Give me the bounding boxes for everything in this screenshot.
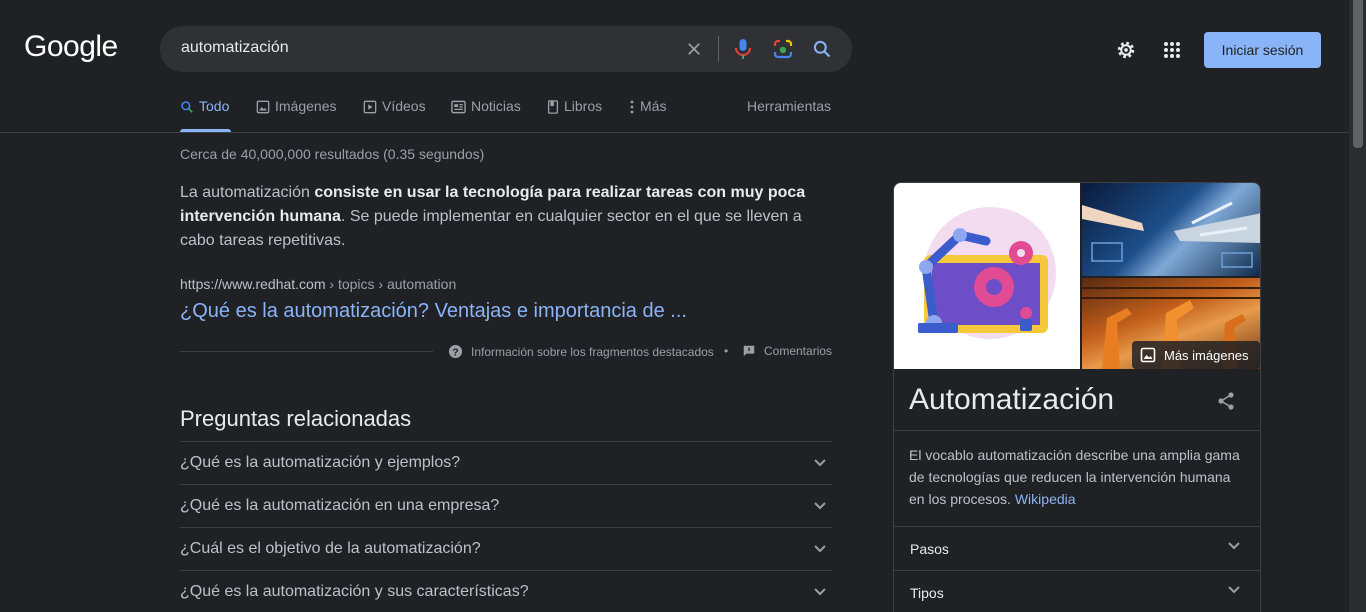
result-stats: Cerca de 40,000,000 resultados (0.35 seg… bbox=[180, 146, 485, 162]
chevron-down-icon bbox=[1228, 542, 1240, 550]
tab-libros[interactable]: Libros bbox=[547, 98, 602, 132]
bullet-separator: • bbox=[724, 344, 729, 358]
tab-herramientas[interactable]: Herramientas bbox=[747, 98, 831, 132]
snippet-divider bbox=[180, 351, 433, 352]
settings-icon[interactable] bbox=[1114, 38, 1138, 62]
tabs-divider bbox=[0, 132, 1349, 133]
tab-label: Imágenes bbox=[275, 98, 337, 114]
knowledge-panel-title: Automatización bbox=[909, 383, 1115, 416]
related-question[interactable]: ¿Qué es la automatización en una empresa… bbox=[180, 484, 832, 527]
robot-hand-image[interactable] bbox=[1082, 183, 1260, 276]
tab-noticias[interactable]: Noticias bbox=[451, 98, 521, 132]
related-question[interactable]: ¿Qué es la automatización y sus caracter… bbox=[180, 570, 832, 612]
clear-icon[interactable] bbox=[682, 37, 706, 61]
google-logo[interactable]: Google bbox=[24, 30, 118, 64]
search-divider bbox=[718, 36, 719, 62]
chevron-down-icon bbox=[814, 459, 826, 467]
more-images-button[interactable]: Más imágenes bbox=[1132, 341, 1260, 369]
question-text: ¿Cuál es el objetivo de la automatizació… bbox=[180, 540, 481, 557]
kp-expandable-pasos[interactable]: Pasos bbox=[894, 527, 1260, 571]
video-icon bbox=[363, 100, 377, 114]
share-icon[interactable] bbox=[1216, 391, 1236, 416]
tab-videos[interactable]: Vídeos bbox=[363, 98, 426, 132]
feedback-icon bbox=[743, 345, 755, 357]
book-icon bbox=[547, 100, 559, 114]
kp-expandable-tipos[interactable]: Tipos bbox=[894, 571, 1260, 612]
chevron-down-icon bbox=[814, 545, 826, 553]
question-text: ¿Qué es la automatización y ejemplos? bbox=[180, 454, 461, 471]
kp-row-label: Pasos bbox=[910, 541, 949, 557]
tab-label: Herramientas bbox=[747, 98, 832, 114]
knowledge-panel: Más imágenes Automatización El vocablo a… bbox=[893, 182, 1261, 612]
apps-icon[interactable] bbox=[1160, 38, 1184, 62]
kp-divider bbox=[894, 430, 1260, 431]
svg-text:?: ? bbox=[452, 347, 458, 358]
more-vert-icon bbox=[630, 100, 634, 114]
kp-row-label: Tipos bbox=[910, 585, 944, 601]
search-icon bbox=[181, 101, 193, 113]
feedback-link[interactable]: Comentarios bbox=[742, 344, 832, 358]
lens-icon[interactable] bbox=[771, 37, 795, 61]
featured-snippet-text: La automatización consiste en usar la te… bbox=[180, 184, 806, 249]
help-icon: ? bbox=[448, 344, 463, 358]
tab-imagenes[interactable]: Imágenes bbox=[256, 98, 336, 132]
related-question[interactable]: ¿Qué es la automatización y ejemplos? bbox=[180, 441, 832, 484]
tab-mas[interactable]: Más bbox=[629, 98, 666, 132]
result-cite[interactable]: https://www.redhat.com › topics › automa… bbox=[180, 276, 456, 292]
automation-illustration-image[interactable] bbox=[894, 183, 1080, 369]
tab-label: Todo bbox=[199, 98, 230, 114]
chevron-down-icon bbox=[814, 502, 826, 510]
search-icon[interactable] bbox=[810, 37, 834, 61]
search-input[interactable]: automatización bbox=[181, 39, 289, 57]
question-text: ¿Qué es la automatización en una empresa… bbox=[180, 497, 500, 514]
question-text: ¿Qué es la automatización y sus caracter… bbox=[180, 583, 529, 600]
mic-icon[interactable] bbox=[731, 37, 755, 61]
related-question[interactable]: ¿Cuál es el objetivo de la automatizació… bbox=[180, 527, 832, 570]
result-title-link[interactable]: ¿Qué es la automatización? Ventajas e im… bbox=[180, 300, 687, 323]
knowledge-panel-description: El vocablo automatización describe una a… bbox=[909, 447, 1240, 507]
tab-label: Vídeos bbox=[382, 98, 426, 114]
related-questions-title: Preguntas relacionadas bbox=[180, 406, 412, 431]
signin-button[interactable]: Iniciar sesión bbox=[1204, 32, 1321, 68]
chevron-down-icon bbox=[814, 588, 826, 596]
chevron-down-icon bbox=[1228, 586, 1240, 594]
image-icon bbox=[256, 100, 270, 114]
image-icon bbox=[1140, 347, 1156, 363]
scrollbar-thumb[interactable] bbox=[1353, 0, 1363, 148]
news-icon bbox=[451, 100, 466, 114]
wikipedia-link[interactable]: Wikipedia bbox=[1015, 491, 1076, 507]
about-snippets-link[interactable]: ? Información sobre los fragmentos desta… bbox=[448, 344, 714, 359]
tab-label: Noticias bbox=[471, 98, 521, 114]
search-box[interactable]: automatización bbox=[160, 26, 852, 72]
scrollbar[interactable] bbox=[1349, 0, 1366, 612]
tab-todo[interactable]: Todo bbox=[180, 98, 231, 132]
tab-label: Más bbox=[640, 98, 667, 114]
tab-label: Libros bbox=[564, 98, 603, 114]
